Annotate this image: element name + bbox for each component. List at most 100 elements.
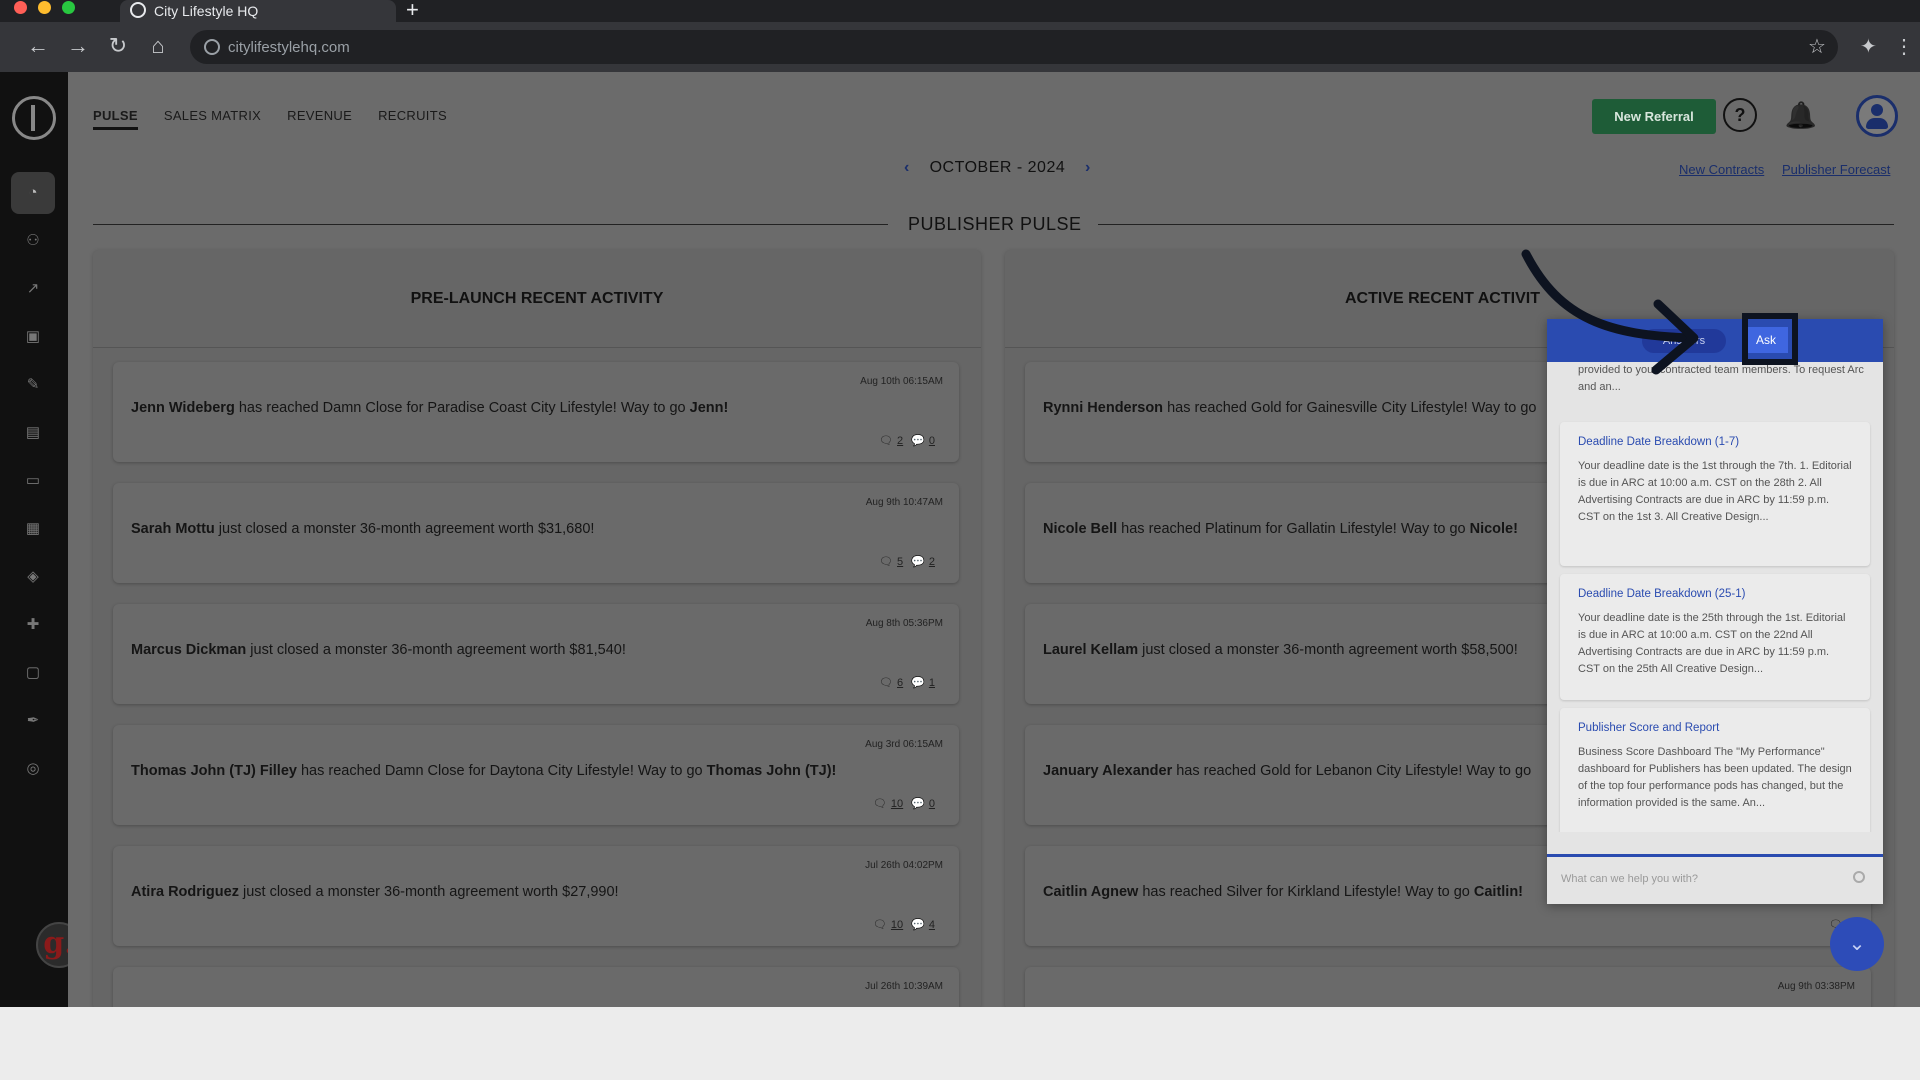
activity-card[interactable]: Aug 9th 10:47AM Sarah Mottu just closed a… [113,483,959,583]
activity-stats: 🗨 6 💬 1 [879,676,943,689]
extensions-icon[interactable]: ✦ [1860,34,1877,59]
comments-count[interactable]: 0 [929,798,935,810]
activity-message: Jenn Wideberg has reached Damn Close for… [131,400,728,416]
likes-icon[interactable]: 🗨 [873,919,887,931]
comments-icon[interactable]: 💬 [911,556,925,568]
activity-card[interactable]: Aug 10th 06:15AM Jenn Wideberg has reache… [113,362,959,462]
publisher-name: Rynni Henderson [1043,400,1164,416]
comments-count[interactable]: 4 [929,919,935,931]
answers-tab[interactable]: Answers [1642,329,1726,353]
pulse-icon[interactable]: ◔ [22,182,44,204]
comments-icon[interactable]: 💬 [911,435,925,447]
activity-card[interactable]: Aug 8th 05:36PM Marcus Dickman just close… [113,604,959,704]
support-icon[interactable]: ◎ [22,758,44,780]
publisher-forecast-link[interactable]: Publisher Forecast [1782,162,1890,177]
newspaper-icon[interactable]: ▤ [22,422,44,444]
publisher-name: Laurel Kellam [1043,642,1139,658]
article-card[interactable]: Publisher Score and Report Business Scor… [1560,708,1870,832]
help-widget: Answers Ask provided to your contracted … [1547,319,1883,904]
activity-time: Aug 10th 06:15AM [860,376,943,387]
new-tab-button[interactable]: + [406,0,419,23]
home-icon[interactable]: ⌂ [144,32,172,60]
pen-icon[interactable]: ✎ [22,374,44,396]
article-snippet: provided to your contracted team members… [1578,364,1864,393]
maximize-window-button[interactable] [62,1,75,14]
tab-pulse[interactable]: PULSE [93,108,138,130]
contact-icon[interactable]: ▢ [22,662,44,684]
widget-search-input[interactable]: What can we help you with? [1547,854,1883,904]
city-lifestyle-logo[interactable] [12,96,56,140]
activity-stats: 🗨 5 💬 2 [879,555,943,568]
article-card[interactable]: Deadline Date Breakdown (1-7) Your deadl… [1560,422,1870,566]
back-icon[interactable]: ← [24,32,52,60]
publisher-name-cheer: Thomas John (TJ)! [706,763,837,779]
activity-card[interactable]: Jul 26th 04:02PM Atira Rodriguez just clo… [113,846,959,946]
address-bar[interactable]: citylifestylehq.com [190,30,1838,64]
comments-count[interactable]: 2 [929,556,935,568]
activity-card[interactable]: Aug 3rd 06:15AM Thomas John (TJ) Filley h… [113,725,959,825]
activity-text: just closed a monster 36-month agreement… [1138,642,1518,658]
bell-icon[interactable]: 🔔 [1784,98,1818,132]
wrench-icon[interactable]: ✒ [22,710,44,732]
activity-text: has reached Damn Close for Daytona City … [296,763,707,779]
prelaunch-title: PRE-LAUNCH RECENT ACTIVITY [93,250,981,348]
likes-count[interactable]: 2 [897,435,903,447]
minimize-window-button[interactable] [38,1,51,14]
tab-recruits[interactable]: RECRUITS [378,108,447,130]
publisher-name-cheer: Caitlin! [1473,884,1524,900]
comments-icon[interactable]: 💬 [911,919,925,931]
bookmark-star-icon[interactable]: ☆ [1808,34,1826,59]
comments-icon[interactable]: 💬 [911,677,925,689]
tab-sales-matrix[interactable]: SALES MATRIX [164,108,261,130]
app-sidebar: ◔ ⚇ ↗ ▣ ✎ ▤ ▭ ▦ ◈ ✚ ▢ ✒ ◎ [0,72,68,1007]
forward-icon[interactable]: → [64,32,92,60]
monitor-icon[interactable]: ▭ [22,470,44,492]
puzzle-icon[interactable]: ✚ [22,614,44,636]
likes-count[interactable]: 10 [891,919,903,931]
close-window-button[interactable] [14,1,27,14]
search-placeholder: What can we help you with? [1561,873,1698,885]
browser-tab[interactable]: City Lifestyle HQ [120,0,396,22]
prev-month-icon[interactable]: ‹ [904,159,910,176]
tab-revenue[interactable]: REVENUE [287,108,352,130]
image-icon[interactable]: ▣ [22,326,44,348]
comments-icon[interactable]: 💬 [911,798,925,810]
grid-icon[interactable]: ▦ [22,518,44,540]
comments-count[interactable]: 1 [929,677,935,689]
publisher-name: Nicole Bell [1043,521,1118,537]
activity-card[interactable]: Jul 26th 10:39AM [113,967,959,1007]
article-card[interactable]: Deadline Date Breakdown (25-1) Your dead… [1560,574,1870,700]
team-icon[interactable]: ⚇ [22,230,44,252]
reload-icon[interactable]: ↻ [104,32,132,60]
widget-toggle-button[interactable]: ⌄ [1830,917,1884,971]
activity-text: has reached Damn Close for Paradise Coas… [234,400,690,416]
likes-count[interactable]: 5 [897,556,903,568]
likes-icon[interactable]: 🗨 [879,556,893,568]
likes-icon[interactable]: 🗨 [879,677,893,689]
comments-count[interactable]: 0 [929,435,935,447]
next-month-icon[interactable]: › [1085,159,1091,176]
activity-text: has reached Gold for Lebanon City Lifest… [1172,763,1532,779]
widget-article-list[interactable]: provided to your contracted team members… [1547,362,1883,832]
help-icon[interactable]: ? [1723,98,1757,132]
activity-text: just closed a monster 36-month agreement… [214,521,595,537]
likes-count[interactable]: 10 [891,798,903,810]
activity-message: Caitlin Agnew has reached Silver for Kir… [1043,884,1523,900]
divider [93,224,888,225]
activity-time: Jul 26th 10:39AM [865,981,943,992]
new-contracts-link[interactable]: New Contracts [1679,162,1764,177]
likes-icon[interactable]: 🗨 [879,435,893,447]
article-title: Deadline Date Breakdown (25-1) [1578,588,1746,600]
site-info-icon[interactable] [204,39,220,55]
publisher-name-cheer: Jenn! [689,400,729,416]
browser-menu-icon[interactable]: ⋮ [1894,34,1914,59]
likes-icon[interactable]: 🗨 [873,798,887,810]
search-icon[interactable] [1853,871,1865,883]
chart-icon[interactable]: ↗ [22,278,44,300]
tab-title: City Lifestyle HQ [154,3,259,19]
likes-count[interactable]: 6 [897,677,903,689]
graduation-icon[interactable]: ◈ [22,566,44,588]
activity-card[interactable]: Aug 9th 03:38PM [1025,967,1871,1007]
user-avatar-icon[interactable] [1856,95,1898,137]
new-referral-button[interactable]: New Referral [1592,99,1716,134]
